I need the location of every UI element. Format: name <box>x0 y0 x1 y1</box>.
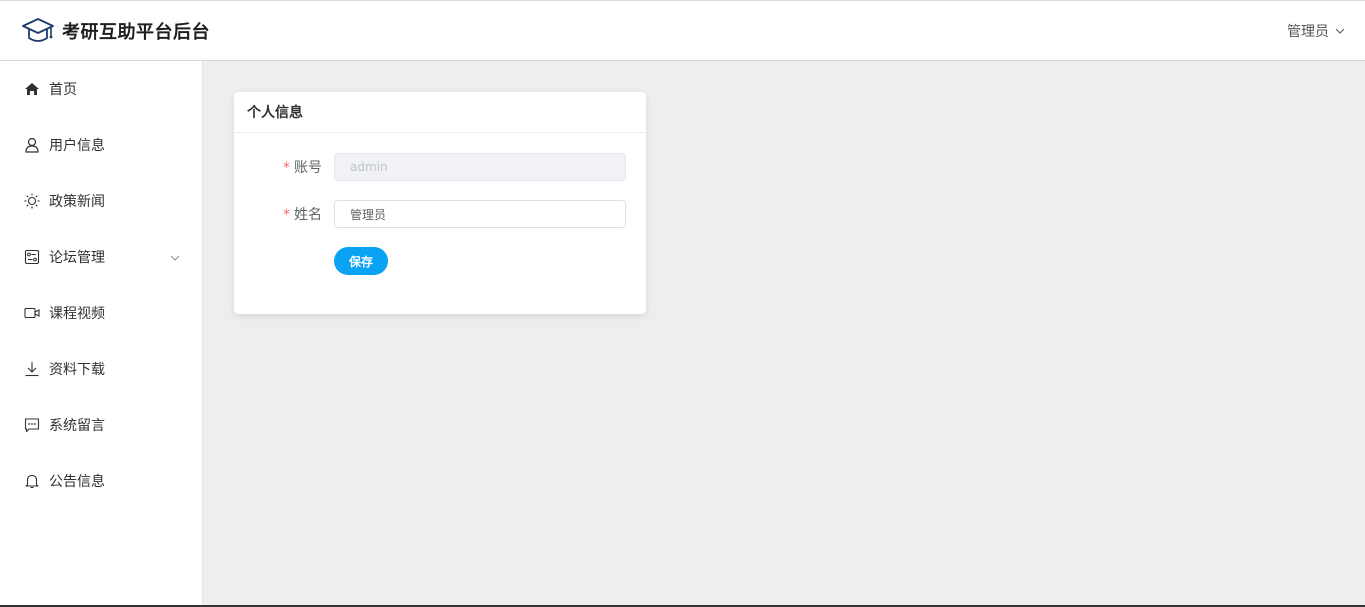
sidebar-item-label: 政策新闻 <box>49 194 105 210</box>
chevron-down-icon <box>1335 26 1345 36</box>
user-dropdown[interactable]: 管理员 <box>1287 21 1345 41</box>
sidebar-item-label: 公告信息 <box>49 474 105 490</box>
chevron-down-icon <box>170 251 180 261</box>
sidebar-item-news[interactable]: 政策新闻 <box>0 173 202 229</box>
sidebar-item-videos[interactable]: 课程视频 <box>0 285 202 341</box>
sidebar-item-messages[interactable]: 系统留言 <box>0 397 202 453</box>
sidebar-item-label: 用户信息 <box>49 138 105 154</box>
bell-icon <box>24 473 40 489</box>
brand[interactable]: 考研互助平台后台 <box>20 15 210 47</box>
sidebar-item-label: 课程视频 <box>49 306 105 322</box>
user-name: 管理员 <box>1287 23 1329 40</box>
download-icon <box>24 361 40 377</box>
name-row: * 姓名 <box>234 200 626 228</box>
profile-card: 个人信息 *账号 *姓名 保存 <box>234 92 646 314</box>
graduation-cap-icon <box>20 15 56 47</box>
name-field[interactable] <box>334 200 626 228</box>
sidebar-item-label: 首页 <box>49 82 77 98</box>
sidebar: 首页 用户信息 政策新闻 论坛管理 课程视频 资料下载 系统留言 公告信息 <box>0 61 203 607</box>
profile-form: *账号 *姓名 保存 <box>234 133 646 275</box>
sun-icon <box>24 193 40 209</box>
sidebar-item-home[interactable]: 首页 <box>0 61 202 117</box>
name-label: * 姓名 <box>283 207 322 223</box>
card-title: 个人信息 <box>234 92 646 133</box>
sidebar-item-label: 系统留言 <box>49 418 105 434</box>
save-button[interactable]: 保存 <box>334 247 389 275</box>
account-field[interactable] <box>334 153 626 181</box>
forum-icon <box>24 249 40 265</box>
top-header: 考研互助平台后台 管理员 <box>0 0 1365 61</box>
app-title: 考研互助平台后台 <box>62 21 210 43</box>
sidebar-item-forum[interactable]: 论坛管理 <box>0 229 202 285</box>
required-mark: * <box>283 207 290 223</box>
sidebar-item-downloads[interactable]: 资料下载 <box>0 341 202 397</box>
sidebar-item-label: 资料下载 <box>49 362 105 378</box>
account-label: * 账号 <box>283 160 322 176</box>
user-icon <box>24 137 40 153</box>
sidebar-item-users[interactable]: 用户信息 <box>0 117 202 173</box>
required-mark: * <box>283 160 290 176</box>
save-row: 保存 <box>234 247 626 275</box>
account-row: * 账号 <box>234 153 626 181</box>
home-icon <box>24 81 40 97</box>
sidebar-item-announcements[interactable]: 公告信息 <box>0 453 202 509</box>
video-camera-icon <box>24 305 40 321</box>
chat-bubble-icon <box>24 417 40 433</box>
sidebar-item-label: 论坛管理 <box>49 250 105 266</box>
